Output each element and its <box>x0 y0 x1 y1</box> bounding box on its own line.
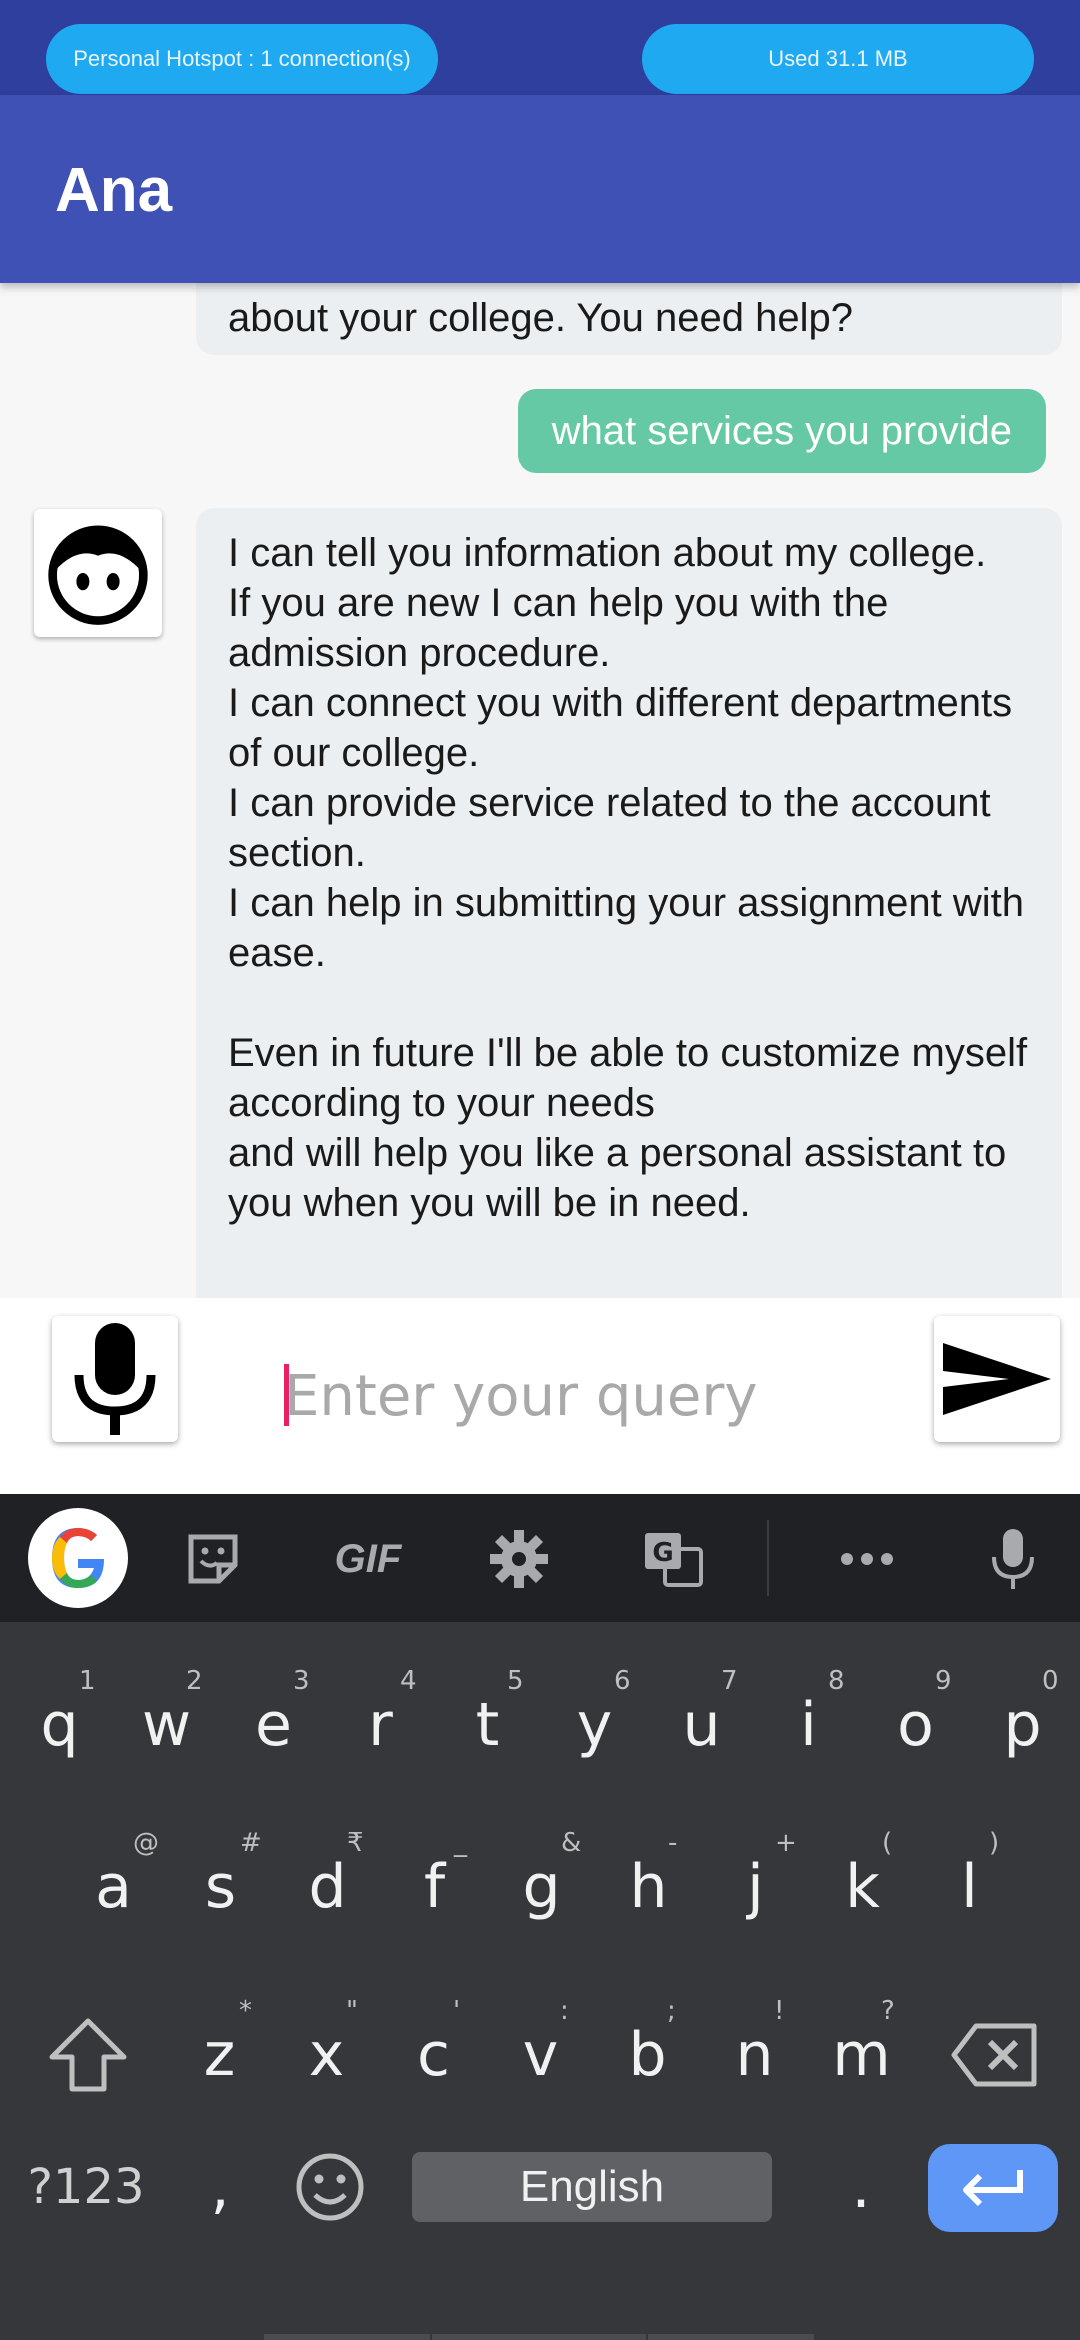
sticker-button[interactable] <box>168 1514 258 1604</box>
key-hint: + <box>775 1828 797 1858</box>
comma-key[interactable]: , <box>180 2132 260 2242</box>
key-hint: * <box>239 1996 252 2026</box>
send-icon <box>943 1343 1051 1415</box>
query-input[interactable] <box>284 1360 884 1432</box>
page-title: Ana <box>55 156 173 225</box>
gif-button[interactable]: GIF <box>318 1514 418 1604</box>
voice-input-button[interactable] <box>968 1514 1058 1604</box>
shift-icon <box>49 2018 127 2092</box>
key-o[interactable]: o <box>862 1670 969 1780</box>
key-hint: 4 <box>400 1666 417 1696</box>
key-b[interactable]: b <box>594 2000 701 2110</box>
key-hint: # <box>240 1828 262 1858</box>
text-cursor <box>284 1364 289 1426</box>
period-key[interactable]: . <box>816 2132 906 2242</box>
user-message: what services you provide <box>517 389 1046 473</box>
nav-segment <box>432 2334 646 2340</box>
key-p[interactable]: p <box>969 1670 1076 1780</box>
key-f[interactable]: f <box>381 1832 488 1942</box>
bot-message: I can tell you information about my coll… <box>196 508 1062 1298</box>
more-icon <box>841 1553 893 1565</box>
key-t[interactable]: t <box>434 1670 541 1780</box>
key-hint: & <box>561 1828 582 1858</box>
key-hint: 3 <box>293 1666 310 1696</box>
translate-button[interactable]: G <box>628 1514 718 1604</box>
key-v[interactable]: v <box>487 2000 594 2110</box>
microphone-icon <box>74 1323 156 1435</box>
status-bar: Personal Hotspot : 1 connection(s) Used … <box>0 0 1080 95</box>
key-hint: - <box>668 1828 678 1858</box>
key-x[interactable]: x <box>273 2000 380 2110</box>
key-hint: ! <box>774 1996 785 2026</box>
key-l[interactable]: l <box>916 1832 1023 1942</box>
key-hint: 7 <box>721 1666 738 1696</box>
key-hint: ? <box>881 1996 895 2026</box>
key-hint: 1 <box>79 1666 96 1696</box>
svg-text:G: G <box>652 1538 673 1568</box>
key-hint: ₹ <box>347 1828 364 1858</box>
key-u[interactable]: u <box>648 1670 755 1780</box>
key-hint: ( <box>882 1828 893 1858</box>
key-hint: : <box>560 1996 569 2026</box>
key-k[interactable]: k <box>809 1832 916 1942</box>
nav-segment <box>648 2334 814 2340</box>
key-hint: ' <box>453 1996 461 2026</box>
shift-key[interactable] <box>40 2000 136 2110</box>
key-e[interactable]: e <box>220 1670 327 1780</box>
key-hint: 8 <box>828 1666 845 1696</box>
google-search-button[interactable] <box>28 1508 128 1608</box>
enter-key[interactable] <box>928 2144 1058 2232</box>
emoji-key[interactable] <box>280 2132 380 2242</box>
settings-button[interactable] <box>474 1514 564 1604</box>
key-y[interactable]: y <box>541 1670 648 1780</box>
message-input-bar <box>0 1298 1080 1494</box>
key-m[interactable]: m <box>808 2000 915 2110</box>
enter-icon <box>963 2170 1023 2207</box>
key-hint: _ <box>454 1828 467 1858</box>
key-r[interactable]: r <box>327 1670 434 1780</box>
key-hint: 5 <box>507 1666 524 1696</box>
google-icon <box>52 1528 104 1588</box>
key-hint: 6 <box>614 1666 631 1696</box>
hotspot-status: Personal Hotspot : 1 connection(s) <box>46 24 438 94</box>
nav-segment <box>264 2334 430 2340</box>
key-hint: ; <box>667 1996 676 2026</box>
backspace-icon <box>951 2023 1037 2087</box>
app-bar: Ana <box>0 95 1080 283</box>
key-hint: 2 <box>186 1666 203 1696</box>
space-key[interactable]: English <box>412 2152 772 2222</box>
key-hint: ) <box>989 1828 1000 1858</box>
chat-list[interactable]: about your college. You need help? what … <box>0 283 1080 1298</box>
key-n[interactable]: n <box>701 2000 808 2110</box>
symbols-key[interactable]: ?123 <box>18 2132 154 2242</box>
voice-mic-icon <box>992 1529 1034 1589</box>
send-button[interactable] <box>934 1316 1060 1442</box>
key-w[interactable]: w <box>113 1670 220 1780</box>
more-button[interactable] <box>822 1514 912 1604</box>
translate-icon: G <box>645 1533 703 1587</box>
bot-message-partial: about your college. You need help? <box>196 283 1062 355</box>
keyboard: q1w2e3r4t5y6u7i8o9p0 a @ s # d ₹ f _ g & h - j + k(l) … <box>0 1622 1080 2340</box>
navigation-bar <box>0 2334 1080 2340</box>
key-z[interactable]: z <box>166 2000 273 2110</box>
boy-face-icon <box>48 525 148 625</box>
key-c[interactable]: c <box>380 2000 487 2110</box>
emoji-icon <box>296 2153 364 2221</box>
key-hint: 0 <box>1042 1666 1059 1696</box>
key-hint: 9 <box>935 1666 952 1696</box>
key-q[interactable]: q <box>6 1670 113 1780</box>
mic-button[interactable] <box>52 1316 178 1442</box>
sticker-icon <box>188 1534 238 1584</box>
key-hint: @ <box>133 1828 159 1858</box>
data-usage-status: Used 31.1 MB <box>642 24 1034 94</box>
key-i[interactable]: i <box>755 1670 862 1780</box>
gear-icon <box>490 1530 548 1588</box>
bot-avatar <box>34 509 162 637</box>
keyboard-toolbar: GIF G <box>0 1494 1080 1622</box>
key-h[interactable]: h <box>595 1832 702 1942</box>
toolbar-divider <box>767 1520 769 1596</box>
backspace-key[interactable] <box>940 2000 1050 2110</box>
key-d[interactable]: d <box>274 1832 381 1942</box>
key-hint: " <box>346 1996 358 2026</box>
